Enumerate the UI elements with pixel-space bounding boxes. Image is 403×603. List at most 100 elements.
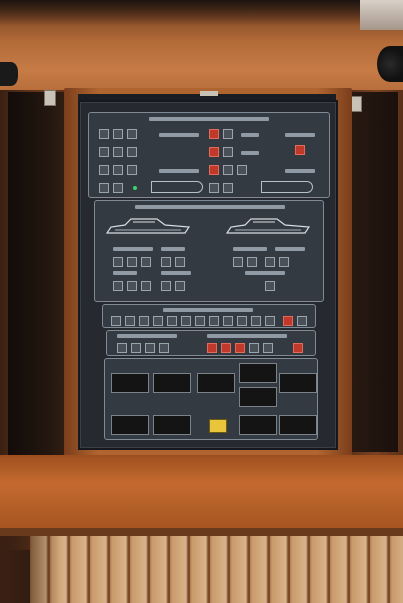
switch-button (295, 145, 305, 155)
switch-button (99, 183, 109, 193)
switch-button (223, 183, 233, 193)
switch-button (221, 343, 231, 353)
digital-meter (279, 415, 317, 435)
switch-button (99, 165, 109, 175)
speaker-left (0, 62, 18, 86)
digital-meter (239, 387, 277, 407)
switch-button (297, 316, 307, 326)
switch-button (223, 129, 233, 139)
switch-button (99, 129, 109, 139)
hinge-top-left (44, 90, 56, 106)
switch-button (209, 165, 219, 175)
speaker-right (377, 46, 403, 82)
switch-button (125, 316, 135, 326)
switch-button (161, 257, 171, 267)
switch-button (141, 257, 151, 267)
breaker-row-module (106, 330, 316, 356)
switch-button (113, 165, 123, 175)
panel-latch (200, 91, 218, 96)
step-edge (0, 528, 403, 536)
module-title (135, 205, 285, 209)
switch-label (161, 271, 191, 275)
switch-label (241, 151, 259, 155)
yacht-systems-module (94, 200, 324, 302)
switch-button (161, 281, 171, 291)
switch-module-top (88, 112, 330, 198)
yacht-diagram-right (225, 218, 311, 234)
switch-button (141, 281, 151, 291)
switch-button (283, 316, 293, 326)
switch-button (111, 316, 121, 326)
switch-button (209, 183, 219, 193)
photo-scene (0, 0, 403, 603)
arrow-indicator-left (151, 181, 203, 193)
switch-button (195, 316, 205, 326)
switch-label (113, 247, 153, 251)
switch-label (159, 133, 199, 137)
digital-meter (111, 373, 149, 393)
module-title (163, 308, 253, 312)
ceiling-light-panel (360, 0, 403, 30)
switch-button (249, 343, 259, 353)
switch-button (207, 343, 217, 353)
switch-button (265, 316, 275, 326)
ceiling-shadow (0, 0, 403, 26)
warning-label (209, 419, 227, 433)
switch-label (275, 247, 305, 251)
switch-button (235, 343, 245, 353)
switch-button (127, 165, 137, 175)
switch-button (279, 257, 289, 267)
switch-button (237, 316, 247, 326)
switch-button (153, 316, 163, 326)
yacht-diagram-left (105, 218, 191, 234)
switch-label (285, 133, 315, 137)
switch-label (285, 169, 315, 173)
teak-deck-floor (30, 536, 403, 603)
switch-button (209, 147, 219, 157)
digital-meter (239, 363, 277, 383)
switch-label (117, 334, 177, 338)
digital-meter (239, 415, 277, 435)
digital-meter (197, 373, 235, 393)
switch-button (145, 343, 155, 353)
switch-button (127, 281, 137, 291)
switch-button (117, 343, 127, 353)
switch-button (237, 165, 247, 175)
switch-button (159, 343, 169, 353)
switch-button (223, 147, 233, 157)
switch-button (223, 165, 233, 175)
switch-button (233, 257, 243, 267)
switch-button (113, 257, 123, 267)
digital-meter (279, 373, 317, 393)
switch-button (113, 129, 123, 139)
switch-button (99, 147, 109, 157)
switch-button (209, 129, 219, 139)
meter-module (104, 358, 318, 440)
switch-button (139, 316, 149, 326)
arrow-indicator-right (261, 181, 313, 193)
switch-button (263, 343, 273, 353)
switch-label (207, 334, 287, 338)
switch-button (127, 147, 137, 157)
switch-button (293, 343, 303, 353)
switch-label (241, 133, 259, 137)
switch-label (113, 271, 137, 275)
digital-meter (111, 415, 149, 435)
switch-button (113, 281, 123, 291)
digital-meter (153, 415, 191, 435)
digital-meter (153, 373, 191, 393)
wooden-step (0, 455, 403, 535)
switch-button (247, 257, 257, 267)
switch-button (223, 316, 233, 326)
module-title (149, 117, 269, 121)
indicator-led (133, 186, 137, 190)
switch-button (127, 257, 137, 267)
switch-label (245, 271, 285, 275)
switch-label (159, 169, 199, 173)
switch-button (113, 147, 123, 157)
switch-button (265, 281, 275, 291)
cabinet-door-right (346, 92, 398, 452)
switch-button (175, 257, 185, 267)
switch-label (161, 247, 185, 251)
switch-button (167, 316, 177, 326)
